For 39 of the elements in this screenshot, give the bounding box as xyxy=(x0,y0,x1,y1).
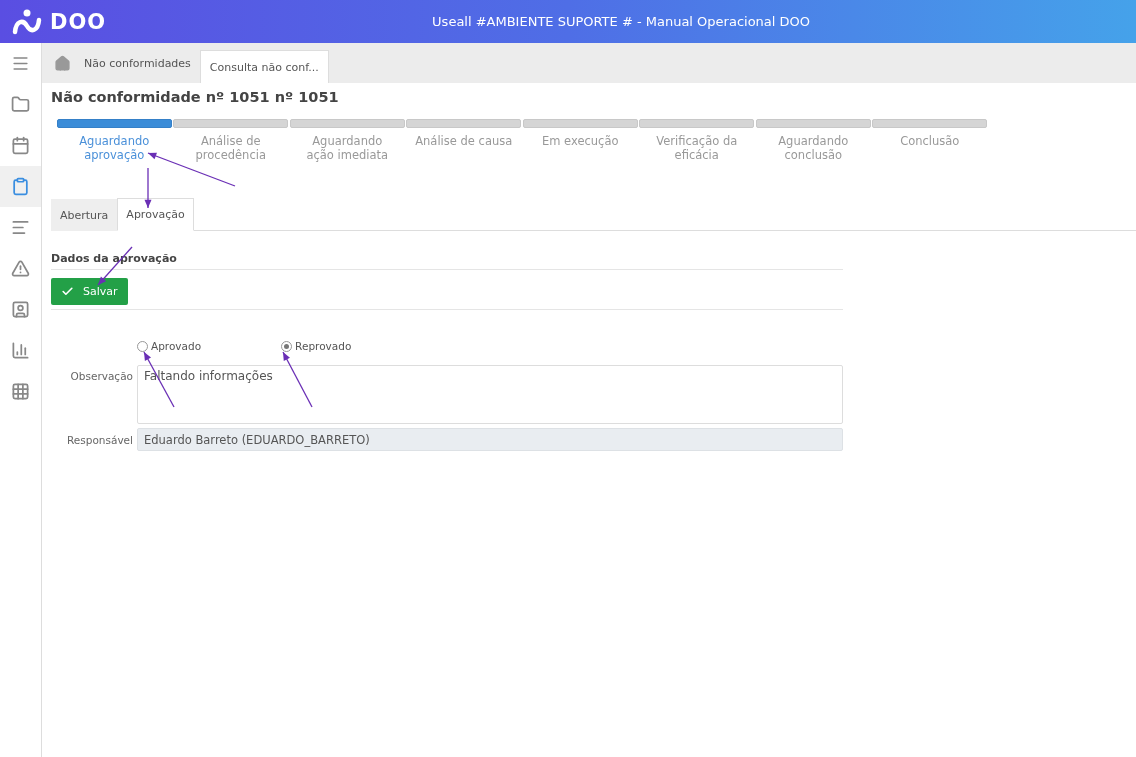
step-label[interactable]: Conclusão xyxy=(900,134,960,148)
field-label: Responsável xyxy=(66,433,134,448)
tab[interactable]: Consulta não conf... xyxy=(199,50,329,83)
step-label[interactable]: Aguardando aprovação xyxy=(64,134,165,162)
radio-label: Aprovado xyxy=(151,340,202,352)
menu-icon xyxy=(11,54,30,73)
page-title: Não conformidade nº 1051 nº 1051 xyxy=(51,89,340,105)
clipboard-icon xyxy=(11,177,30,196)
logo-icon xyxy=(12,8,42,35)
tab[interactable]: Aprovação xyxy=(117,198,194,231)
calendar-icon xyxy=(11,136,30,155)
check-icon xyxy=(61,285,74,298)
step-label[interactable]: Aguardando conclusão xyxy=(763,134,864,162)
app-title: Useall #AMBIENTE SUPORTE # - Manual Operacional DOO xyxy=(431,14,812,29)
tab[interactable]: Abertura xyxy=(51,199,118,231)
home-icon xyxy=(54,54,71,72)
folder-icon xyxy=(11,95,30,114)
chart-icon xyxy=(11,341,30,360)
grid-icon xyxy=(11,382,30,401)
step-label[interactable]: Verificação da eficácia xyxy=(646,134,747,162)
sidebar-item[interactable] xyxy=(0,166,41,207)
annotation-arrow xyxy=(282,351,313,408)
lines-icon xyxy=(11,218,30,237)
step-label[interactable]: Análise de procedência xyxy=(180,134,281,162)
warning-icon xyxy=(11,259,30,278)
radio-option[interactable]: Aprovado xyxy=(137,340,202,352)
radio-button[interactable] xyxy=(281,340,293,352)
radio-button[interactable] xyxy=(137,340,148,352)
step-label[interactable]: Aguardando ação imediata xyxy=(297,134,398,162)
contact-icon xyxy=(11,300,30,319)
step-label[interactable]: Em execução xyxy=(541,134,619,148)
logo-text: DOO xyxy=(50,9,107,34)
tab[interactable]: Não conformidades xyxy=(75,43,200,83)
field-label: Observação xyxy=(69,369,134,384)
radio-label: Reprovado xyxy=(295,340,352,352)
save-button[interactable]: Salvar xyxy=(51,278,128,305)
readonly-field: Eduardo Barreto (EDUARDO_BARRETO) xyxy=(137,428,843,451)
step-label[interactable]: Análise de causa xyxy=(415,134,513,148)
radio-option[interactable]: Reprovado xyxy=(281,340,352,352)
